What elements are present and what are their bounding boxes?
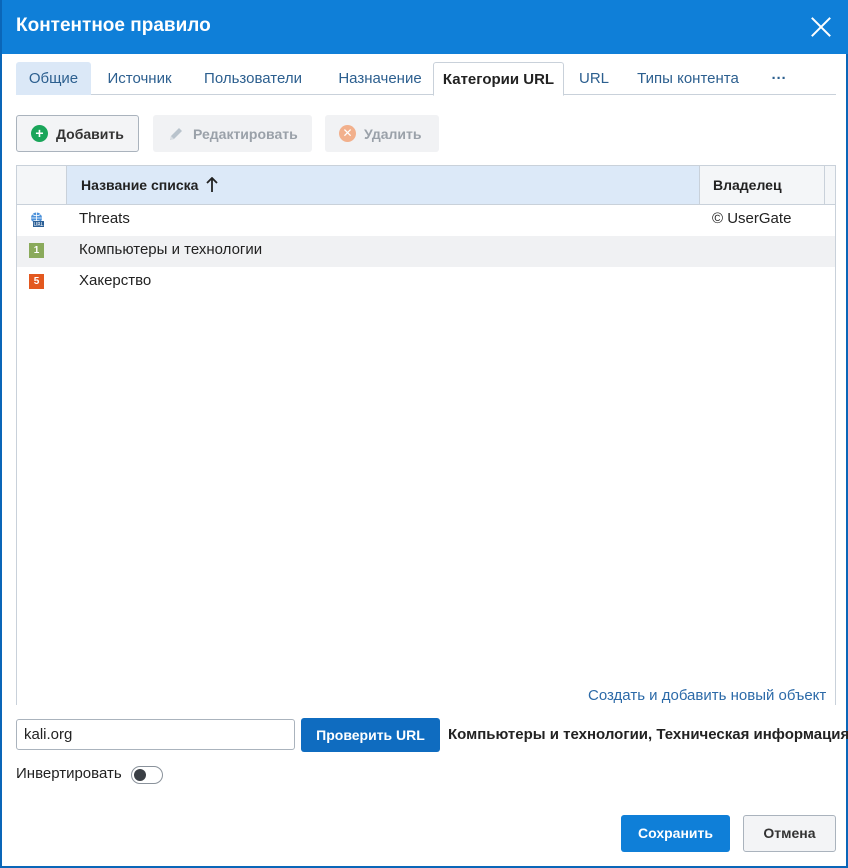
table-row[interactable]: 5 Хакерство xyxy=(17,267,835,298)
delete-circle-icon: ✕ xyxy=(339,125,356,142)
check-url-button[interactable]: Проверить URL xyxy=(301,718,440,752)
save-button[interactable]: Сохранить xyxy=(621,815,730,852)
edit-button[interactable]: Редактировать xyxy=(153,115,312,152)
delete-button[interactable]: ✕ Удалить xyxy=(325,115,439,152)
delete-button-label: Удалить xyxy=(364,125,422,142)
url-check-input[interactable] xyxy=(16,719,295,750)
globe-url-icon: URL xyxy=(31,212,44,227)
url-category-grid: Название списка Владелец URL Threats © U… xyxy=(16,165,836,705)
column-header-name-label: Название списка xyxy=(81,177,199,193)
row-owner: © UserGate xyxy=(712,210,792,227)
sort-ascending-icon xyxy=(206,177,218,192)
create-new-object-link[interactable]: Создать и добавить новый объект xyxy=(588,687,826,704)
tab-users[interactable]: Пользователи xyxy=(193,62,313,95)
column-header-name[interactable]: Название списка xyxy=(67,166,700,204)
add-button[interactable]: + Добавить xyxy=(16,115,139,152)
row-name: Хакерство xyxy=(79,272,152,289)
content-rule-dialog: Контентное правило Общие Источник Пользо… xyxy=(0,0,848,868)
dialog-title: Контентное правило xyxy=(16,15,211,36)
pencil-icon xyxy=(170,127,182,140)
number-badge-icon: 5 xyxy=(29,274,44,289)
edit-button-label: Редактировать xyxy=(193,125,298,142)
more-tabs-icon[interactable]: ··· xyxy=(764,62,794,95)
number-badge-icon: 1 xyxy=(29,243,44,258)
tab-destination[interactable]: Назначение xyxy=(324,62,436,95)
tab-bar: Общие Источник Пользователи Назначение К… xyxy=(16,62,836,96)
header-filler xyxy=(825,166,835,204)
tab-url[interactable]: URL xyxy=(572,62,616,95)
header-icon-column xyxy=(17,166,67,204)
tab-source[interactable]: Источник xyxy=(96,62,183,95)
row-name: Threats xyxy=(79,210,130,227)
plus-circle-icon: + xyxy=(31,125,48,142)
close-icon[interactable] xyxy=(810,16,832,38)
tab-content-types[interactable]: Типы контента xyxy=(628,62,748,95)
url-check-result: Компьютеры и технологии, Техническая инф… xyxy=(448,726,848,743)
svg-text:URL: URL xyxy=(34,222,44,227)
invert-label: Инвертировать xyxy=(16,765,122,782)
table-row[interactable]: URL Threats © UserGate xyxy=(17,205,835,236)
add-button-label: Добавить xyxy=(56,125,124,142)
tab-general[interactable]: Общие xyxy=(16,62,91,95)
table-row[interactable]: 1 Компьютеры и технологии xyxy=(17,236,835,267)
invert-toggle[interactable] xyxy=(131,766,163,784)
column-header-owner[interactable]: Владелец xyxy=(700,166,825,204)
dialog-titlebar: Контентное правило xyxy=(2,0,848,54)
toggle-knob xyxy=(134,769,146,781)
tab-url-categories[interactable]: Категории URL xyxy=(433,62,564,96)
cancel-button[interactable]: Отмена xyxy=(743,815,836,852)
grid-header: Название списка Владелец xyxy=(17,166,835,205)
row-name: Компьютеры и технологии xyxy=(79,241,263,258)
